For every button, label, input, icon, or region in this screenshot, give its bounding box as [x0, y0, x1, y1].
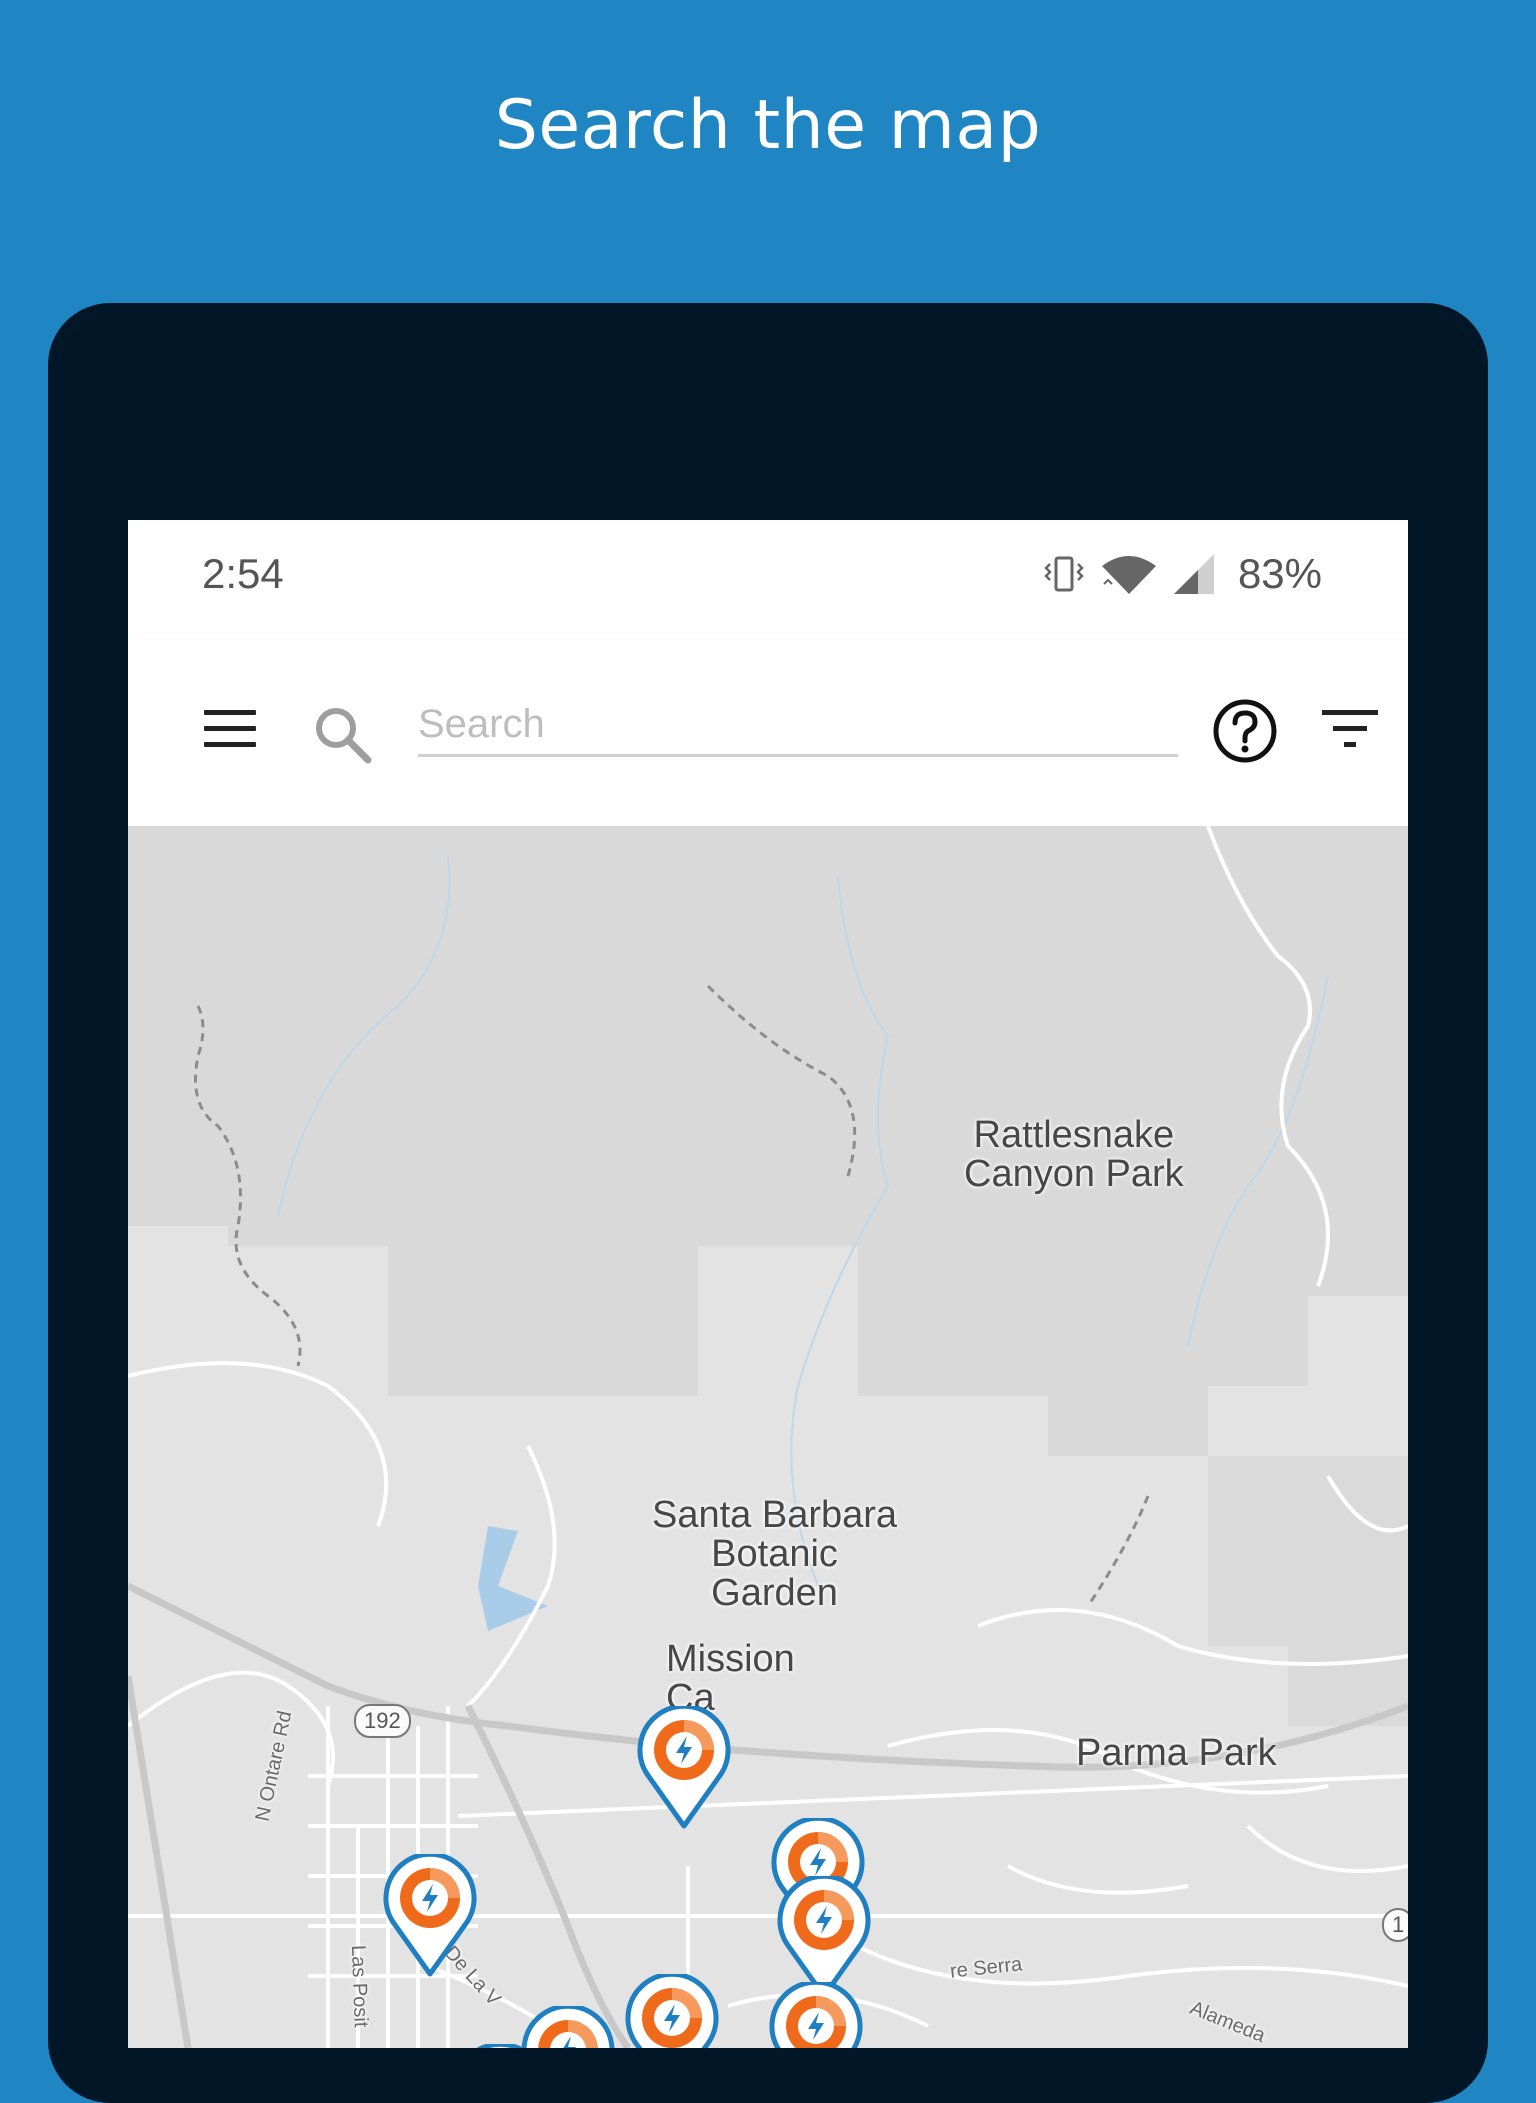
app-screen: 2:54 83% Search Rattlesnake Canyon Park …	[128, 520, 1408, 2048]
ev-charger-pin[interactable]	[623, 1974, 721, 2048]
ev-charger-pin[interactable]	[381, 1854, 479, 1978]
search-icon[interactable]	[312, 704, 374, 766]
filter-icon[interactable]	[1322, 708, 1378, 750]
status-time: 2:54	[202, 550, 284, 597]
ev-charger-pin[interactable]	[451, 2044, 549, 2048]
battery-percentage: 83%	[1237, 550, 1322, 597]
map-label-las-positas: Las Posit	[346, 1944, 372, 2028]
map-label-rattlesnake-canyon-park: Rattlesnake Canyon Park	[964, 1114, 1184, 1195]
hamburger-menu-icon[interactable]	[204, 710, 256, 750]
highway-shield-edge: 1	[1382, 1908, 1408, 1942]
ev-charger-pin[interactable]	[635, 1706, 733, 1830]
map-background	[128, 826, 1408, 2048]
status-icons: 83%	[1042, 550, 1322, 597]
vibrate-icon	[1044, 556, 1084, 592]
map-view[interactable]: Rattlesnake Canyon Park Santa Barbara Bo…	[128, 826, 1408, 2048]
ev-charger-pin[interactable]	[519, 2006, 617, 2048]
help-circle-icon[interactable]	[1212, 698, 1278, 764]
cell-signal-icon	[1173, 554, 1214, 594]
page-headline: Search the map	[494, 86, 1042, 165]
map-label-botanic-garden: Santa Barbara Botanic Garden	[652, 1494, 898, 1614]
wifi-icon	[1101, 556, 1156, 594]
status-bar: 2:54 83%	[128, 520, 1408, 634]
highway-shield-192: 192	[354, 1704, 411, 1738]
map-label-parma-park: Parma Park	[1076, 1732, 1277, 1774]
ev-charger-pin[interactable]	[767, 1982, 865, 2048]
search-input[interactable]	[418, 694, 1178, 757]
search-toolbar	[128, 634, 1408, 826]
